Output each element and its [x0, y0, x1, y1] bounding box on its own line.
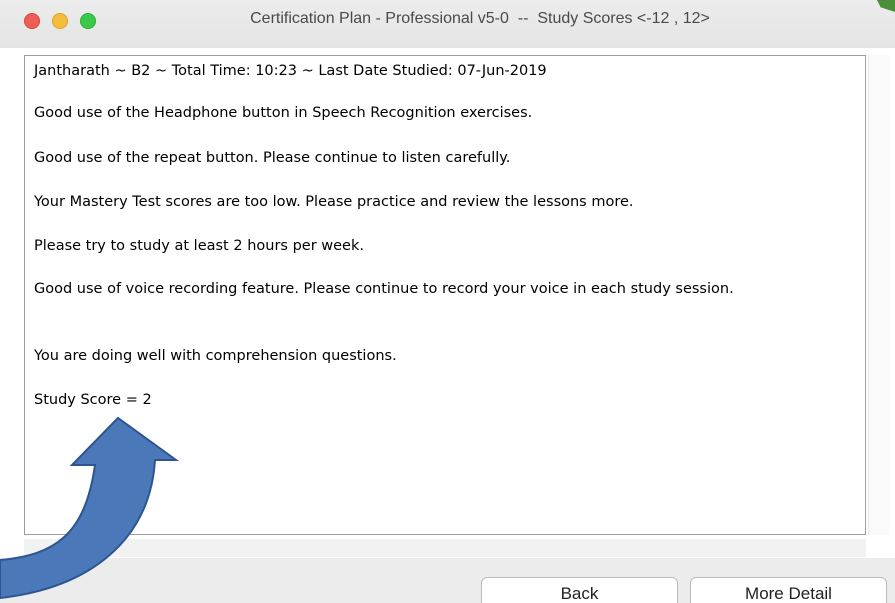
report-line: Good use of the Headphone button in Spee…: [34, 105, 533, 121]
zoom-window-icon[interactable]: [80, 13, 96, 29]
study-score-line: Study Score = 2: [34, 392, 152, 408]
window-title: Certification Plan - Professional v5-0 -…: [250, 10, 710, 27]
report-line: Please try to study at least 2 hours per…: [34, 238, 364, 254]
close-window-icon[interactable]: [24, 13, 40, 29]
report-line: Your Mastery Test scores are too low. Pl…: [34, 194, 634, 210]
study-score-report: Jantharath ~ B2 ~ Total Time: 10:23 ~ La…: [24, 55, 866, 535]
app-window: Certification Plan - Professional v5-0 -…: [0, 0, 895, 603]
report-scrollbar[interactable]: [868, 55, 890, 535]
report-line: You are doing well with comprehension qu…: [34, 348, 397, 364]
minimize-window-icon[interactable]: [52, 13, 68, 29]
report-footer-strip: [24, 539, 866, 557]
report-header: Jantharath ~ B2 ~ Total Time: 10:23 ~ La…: [34, 63, 547, 79]
title-bar: Certification Plan - Professional v5-0 -…: [0, 0, 895, 48]
report-line: Good use of the repeat button. Please co…: [34, 150, 511, 166]
report-line: Good use of voice recording feature. Ple…: [34, 281, 734, 297]
more-detail-button[interactable]: More Detail: [690, 577, 887, 603]
back-button[interactable]: Back: [481, 577, 678, 603]
corner-decoration: [877, 0, 895, 12]
